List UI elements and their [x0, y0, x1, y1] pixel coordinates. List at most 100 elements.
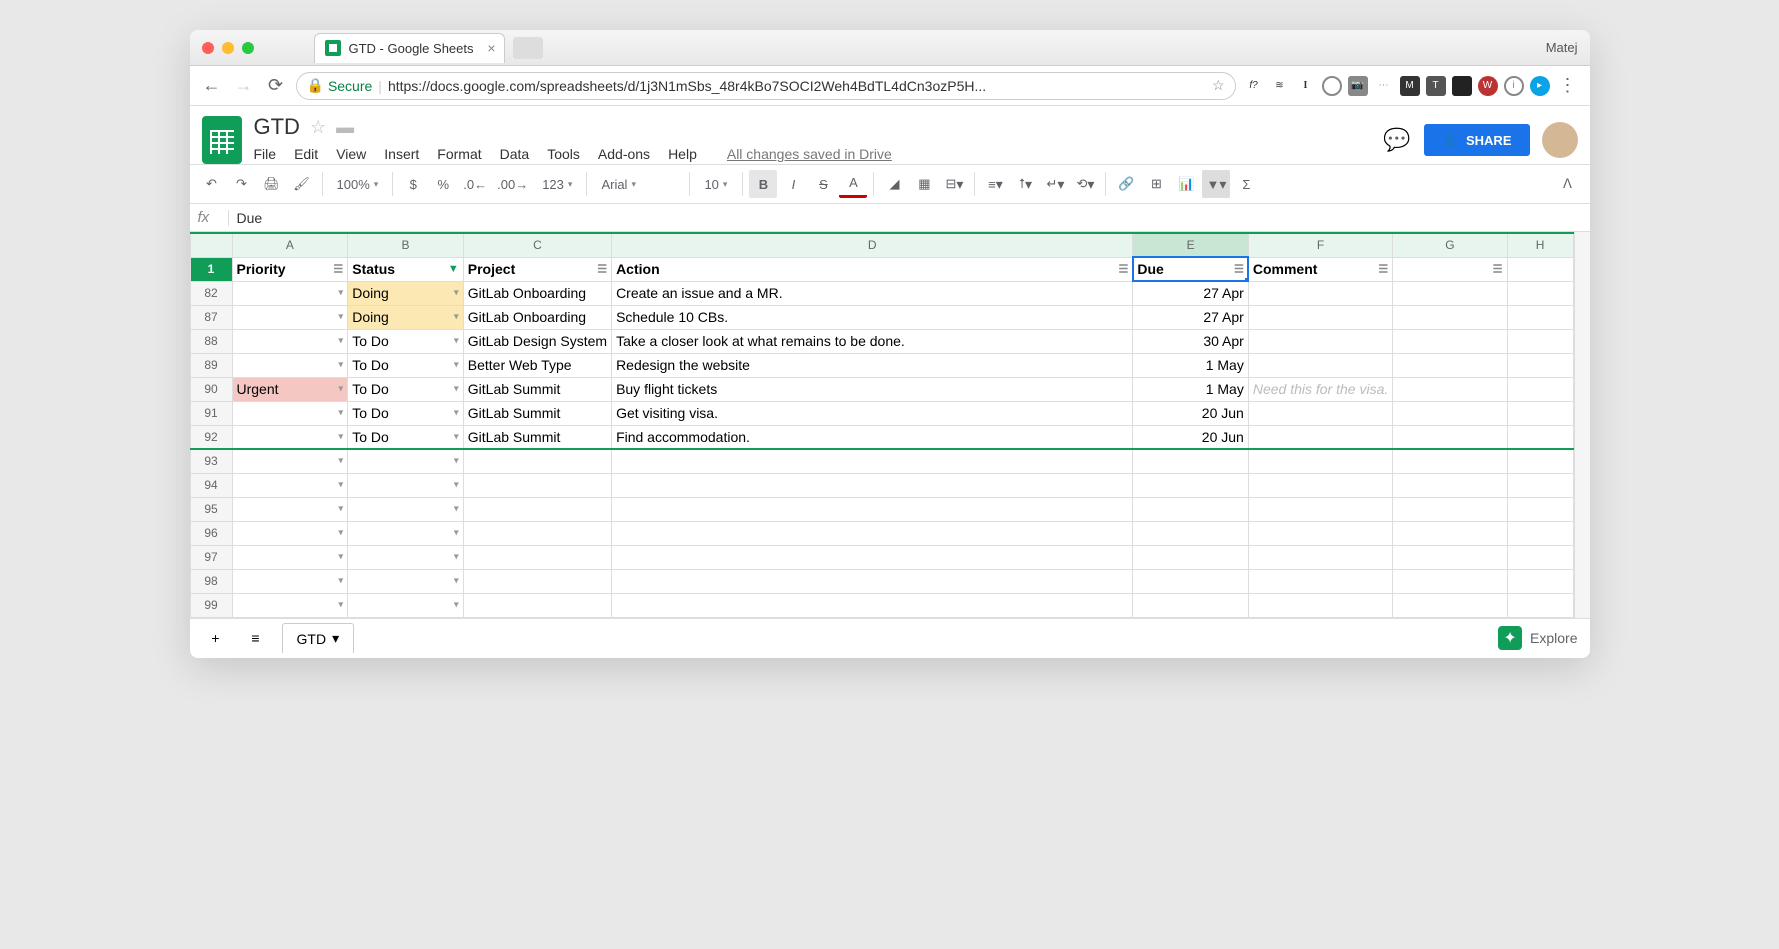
dropdown-icon[interactable]: ▾ — [454, 312, 459, 323]
paint-format-icon[interactable]: 🖌 — [288, 170, 316, 198]
cell-comment[interactable] — [1248, 425, 1392, 449]
cell[interactable] — [612, 473, 1133, 497]
cell[interactable]: ▾ — [348, 521, 464, 545]
ext-icon-3[interactable]: I — [1296, 76, 1316, 96]
cell[interactable] — [1393, 593, 1507, 617]
fill-color-icon[interactable]: ◢ — [880, 170, 908, 198]
cell[interactable] — [612, 545, 1133, 569]
cell[interactable]: ▾ — [348, 449, 464, 473]
row-header[interactable]: 92 — [190, 425, 232, 449]
back-button[interactable]: ← — [200, 74, 224, 98]
cell[interactable]: ▾ — [232, 593, 348, 617]
cell[interactable] — [1248, 473, 1392, 497]
sheets-logo-icon[interactable] — [202, 116, 242, 164]
cell[interactable] — [1507, 593, 1573, 617]
cell[interactable] — [1133, 473, 1248, 497]
cell[interactable] — [463, 473, 611, 497]
dropdown-icon[interactable]: ▾ — [454, 480, 459, 491]
row-header[interactable]: 97 — [190, 545, 232, 569]
cell-comment[interactable] — [1248, 281, 1392, 305]
col-header-A[interactable]: A — [232, 233, 348, 257]
sheet-tab[interactable]: GTD ▾ — [282, 623, 355, 653]
cell-action[interactable]: Get visiting visa. — [612, 401, 1133, 425]
cell[interactable] — [1507, 281, 1573, 305]
ext-icon-9[interactable] — [1452, 76, 1472, 96]
cell[interactable] — [1393, 545, 1507, 569]
cell-action[interactable]: Find accommodation. — [612, 425, 1133, 449]
ext-icon-11[interactable]: i — [1504, 76, 1524, 96]
cell[interactable]: ▾ — [232, 473, 348, 497]
dropdown-icon[interactable]: ▾ — [338, 456, 343, 467]
cell[interactable] — [463, 449, 611, 473]
cell[interactable] — [1248, 545, 1392, 569]
text-color-icon[interactable]: A — [839, 170, 867, 198]
add-sheet-button[interactable]: + — [202, 624, 230, 652]
sheet-tab-menu-icon[interactable]: ▾ — [332, 630, 339, 647]
zoom-select[interactable]: 100% — [329, 177, 387, 192]
cell[interactable] — [1393, 521, 1507, 545]
borders-icon[interactable]: ▦ — [910, 170, 938, 198]
cell[interactable] — [1507, 569, 1573, 593]
cell-project[interactable]: Better Web Type — [463, 353, 611, 377]
dropdown-icon[interactable]: ▾ — [454, 384, 459, 395]
cell[interactable]: ▾ — [232, 521, 348, 545]
cell[interactable] — [463, 569, 611, 593]
dropdown-icon[interactable]: ▾ — [338, 384, 343, 395]
cell[interactable] — [1248, 497, 1392, 521]
cell[interactable] — [1507, 353, 1573, 377]
col-header-C[interactable]: C — [463, 233, 611, 257]
ext-icon-8[interactable]: T — [1426, 76, 1446, 96]
ext-icon-1[interactable]: f? — [1244, 76, 1264, 96]
cell[interactable] — [1507, 401, 1573, 425]
cell-due[interactable]: 27 Apr — [1133, 305, 1248, 329]
cell[interactable]: ▾ — [348, 497, 464, 521]
cell-status[interactable]: To Do▾ — [348, 329, 464, 353]
dropdown-icon[interactable]: ▾ — [338, 480, 343, 491]
cell[interactable] — [1393, 329, 1507, 353]
cell[interactable] — [612, 449, 1133, 473]
cell-action[interactable]: Redesign the website — [612, 353, 1133, 377]
ext-icon-10[interactable]: W — [1478, 76, 1498, 96]
col-header-E[interactable]: E — [1133, 233, 1248, 257]
comment-insert-icon[interactable]: ⊞ — [1142, 170, 1170, 198]
ext-icon-2[interactable]: ≋ — [1270, 76, 1290, 96]
strike-icon[interactable]: S — [809, 170, 837, 198]
dropdown-icon[interactable]: ▾ — [454, 288, 459, 299]
cell-comment[interactable] — [1248, 401, 1392, 425]
cell-project[interactable]: GitLab Summit — [463, 425, 611, 449]
cell[interactable] — [1393, 473, 1507, 497]
row-header[interactable]: 98 — [190, 569, 232, 593]
cell-priority[interactable]: ▾ — [232, 281, 348, 305]
bold-icon[interactable]: B — [749, 170, 777, 198]
forward-button[interactable]: → — [232, 74, 256, 98]
halign-icon[interactable]: ≡▾ — [981, 170, 1009, 198]
menu-tools[interactable]: Tools — [547, 146, 580, 162]
cell[interactable] — [1507, 305, 1573, 329]
menu-help[interactable]: Help — [668, 146, 697, 162]
cell-due[interactable]: 20 Jun — [1133, 425, 1248, 449]
cell[interactable]: ▾ — [348, 593, 464, 617]
cell[interactable] — [1133, 497, 1248, 521]
cell-project[interactable]: GitLab Onboarding — [463, 305, 611, 329]
browser-tab[interactable]: GTD - Google Sheets × — [314, 33, 505, 63]
menu-view[interactable]: View — [336, 146, 366, 162]
undo-icon[interactable]: ↶ — [198, 170, 226, 198]
link-icon[interactable]: 🔗 — [1112, 170, 1140, 198]
filter-toggle-icon[interactable]: ☰ — [1118, 263, 1128, 276]
save-status[interactable]: All changes saved in Drive — [727, 146, 892, 162]
chart-icon[interactable]: 📊 — [1172, 170, 1200, 198]
browser-menu-icon[interactable]: ⋮ — [1556, 74, 1580, 98]
cell-status[interactable]: To Do▾ — [348, 353, 464, 377]
cell[interactable] — [463, 521, 611, 545]
cell[interactable]: ▾ — [348, 545, 464, 569]
col-header-G[interactable]: G — [1393, 233, 1507, 257]
filter-toggle-icon[interactable]: ☰ — [1493, 263, 1503, 276]
dropdown-icon[interactable]: ▾ — [454, 504, 459, 515]
cell[interactable] — [1507, 377, 1573, 401]
cell[interactable] — [1248, 593, 1392, 617]
cell-project[interactable]: GitLab Summit — [463, 401, 611, 425]
cell-project[interactable]: GitLab Onboarding — [463, 281, 611, 305]
cell-due[interactable]: 30 Apr — [1133, 329, 1248, 353]
dropdown-icon[interactable]: ▾ — [454, 576, 459, 587]
col-header-D[interactable]: D — [612, 233, 1133, 257]
